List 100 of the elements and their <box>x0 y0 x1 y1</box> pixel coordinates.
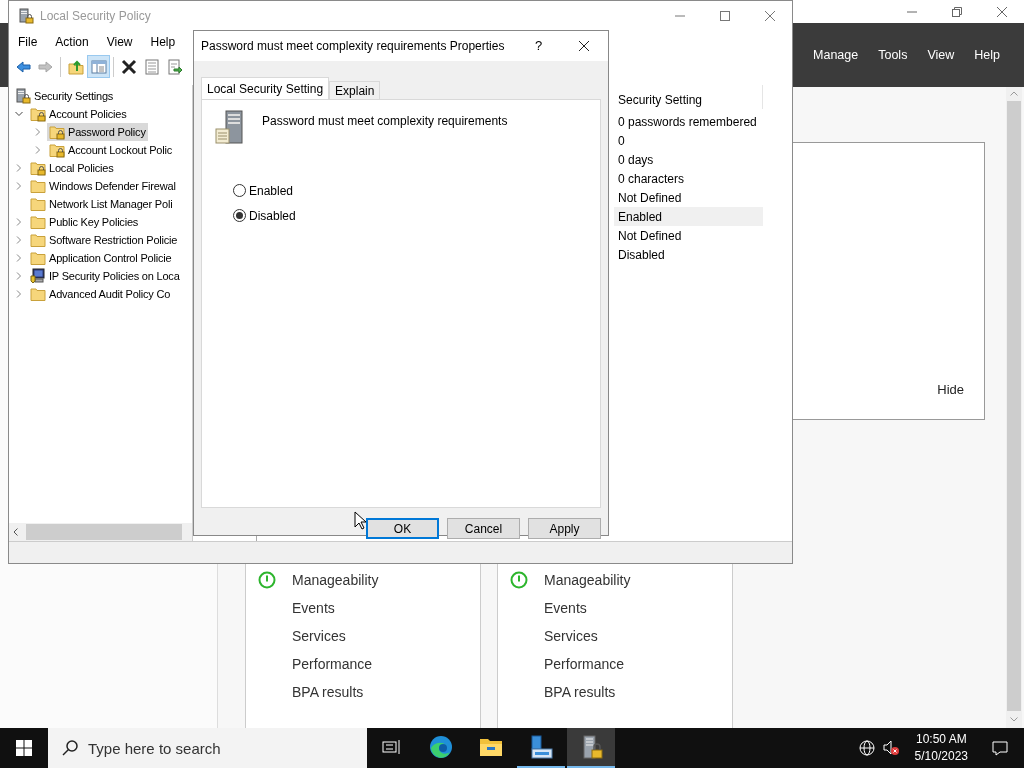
tile-item[interactable]: Services <box>292 625 346 647</box>
table-cell[interactable]: 0 passwords remembered <box>614 112 763 131</box>
close-icon <box>578 41 589 51</box>
table-cell[interactable]: 0 <box>614 131 763 150</box>
folder-icon <box>30 250 46 266</box>
dialog-button[interactable]: Cancel <box>447 518 520 539</box>
menu-item[interactable]: View <box>917 45 965 65</box>
close-icon <box>996 6 1007 17</box>
maximize-icon <box>719 11 730 21</box>
tile-item[interactable]: Manageability <box>292 569 379 591</box>
tree-item[interactable]: Application Control Policie <box>28 249 174 267</box>
folder-icon <box>30 178 46 194</box>
menu-item[interactable]: Help <box>141 31 185 53</box>
task-view-icon <box>382 739 400 755</box>
radio-option[interactable]: Enabled <box>233 178 588 203</box>
folder-icon <box>30 286 46 302</box>
globe-icon[interactable] <box>858 740 875 756</box>
tree-item[interactable]: Account Policies <box>28 105 129 123</box>
tab[interactable]: Explain <box>329 81 381 99</box>
tree-item[interactable]: Account Lockout Polic <box>47 141 175 159</box>
server-icon <box>214 110 246 144</box>
server-lock-icon <box>18 8 34 24</box>
policy-name: Password must meet complexity requirements <box>262 113 508 130</box>
chevron-right-icon[interactable] <box>14 182 23 190</box>
menu-item[interactable]: View <box>97 31 142 53</box>
table-cell[interactable]: Disabled <box>614 245 763 264</box>
folder-icon <box>30 214 46 230</box>
scrollbar-thumb[interactable] <box>26 524 182 540</box>
clock-date[interactable]: 5/10/2023 <box>914 748 968 765</box>
menu-item[interactable]: Help <box>964 45 1010 65</box>
tree-item[interactable]: Software Restriction Policie <box>28 231 180 249</box>
restore-icon <box>951 6 962 17</box>
tile-item[interactable]: Manageability <box>544 569 631 591</box>
menu-item[interactable]: Manage <box>803 45 869 65</box>
chevron-right-icon[interactable] <box>33 146 42 154</box>
chevron-right-icon[interactable] <box>14 254 23 262</box>
properties-icon <box>143 58 160 75</box>
table-cell[interactable]: 0 characters <box>614 169 763 188</box>
tile-item[interactable]: Performance <box>544 653 625 675</box>
menu-item[interactable]: Action <box>46 31 98 53</box>
close-icon <box>764 11 775 21</box>
dialog-button[interactable]: OK <box>366 518 439 539</box>
tree-item[interactable]: Password Policy <box>47 123 148 141</box>
scroll-left-icon[interactable] <box>13 528 18 536</box>
tree-item[interactable]: IP Security Policies on Loca <box>28 267 182 285</box>
tree-item[interactable]: Windows Defender Firewal <box>28 177 178 195</box>
windows-logo-icon <box>16 740 32 756</box>
notification-icon <box>992 740 1008 756</box>
tile-item[interactable]: Events <box>292 597 335 619</box>
chevron-right-icon[interactable] <box>14 290 23 298</box>
tree-item[interactable]: Public Key Policies <box>28 213 141 231</box>
tab[interactable]: Local Security Setting <box>201 77 330 99</box>
radio-option[interactable]: Disabled <box>233 203 588 228</box>
table-cell[interactable]: 0 days <box>614 150 763 169</box>
tree-item[interactable]: Advanced Audit Policy Co <box>28 285 173 303</box>
tree-item[interactable]: Local Policies <box>28 159 116 177</box>
tile-item[interactable]: BPA results <box>292 681 364 703</box>
column-header[interactable]: Security Setting <box>614 85 763 109</box>
tile-item[interactable]: Performance <box>292 653 373 675</box>
tile-item[interactable]: Events <box>544 597 587 619</box>
locked-folder-icon <box>30 160 46 176</box>
chevron-down-icon[interactable] <box>14 110 23 118</box>
chevron-right-icon[interactable] <box>14 272 23 280</box>
folder-icon <box>30 196 46 212</box>
tile-item[interactable]: Services <box>544 625 598 647</box>
help-button[interactable]: ? <box>516 34 561 58</box>
server-manager-icon <box>529 735 553 759</box>
clock-time[interactable]: 10:50 AM <box>914 731 968 748</box>
tree-item[interactable]: Security Settings <box>13 87 116 105</box>
dialog-button[interactable]: Apply <box>528 518 601 539</box>
delete-icon <box>120 58 137 75</box>
locked-folder-icon <box>49 124 65 140</box>
dialog-title: Password must meet complexity requirements Properties <box>201 38 506 55</box>
hide-link[interactable]: Hide <box>937 379 964 399</box>
cursor-icon <box>354 511 366 530</box>
back-arrow-icon <box>14 58 31 75</box>
export-list-icon <box>166 58 183 75</box>
scroll-down-icon[interactable] <box>1010 717 1018 722</box>
window-title: Local Security Policy <box>40 8 152 25</box>
browser-icon <box>429 735 453 759</box>
console-tree-icon <box>90 58 107 75</box>
scrollbar-thumb[interactable] <box>1007 101 1021 711</box>
chevron-right-icon[interactable] <box>14 236 23 244</box>
search-field[interactable]: Type here to search <box>48 728 367 768</box>
locked-folder-icon <box>30 106 46 122</box>
taskbar-app[interactable] <box>567 728 615 768</box>
tile-item[interactable]: BPA results <box>544 681 616 703</box>
table-cell[interactable]: Not Defined <box>614 188 763 207</box>
table-cell[interactable]: Not Defined <box>614 226 763 245</box>
menu-item[interactable]: Tools <box>868 45 918 65</box>
table-cell[interactable]: Enabled <box>614 207 763 226</box>
chevron-right-icon[interactable] <box>14 218 23 226</box>
menu-item[interactable]: File <box>9 31 47 53</box>
chevron-right-icon[interactable] <box>33 128 42 136</box>
chevron-right-icon[interactable] <box>14 164 23 172</box>
scroll-up-icon[interactable] <box>1010 91 1018 96</box>
locked-folder-icon <box>49 142 65 158</box>
folder-icon <box>30 232 46 248</box>
tree-item[interactable]: Network List Manager Poli <box>28 195 175 213</box>
muted-speaker-icon[interactable] <box>882 740 899 756</box>
